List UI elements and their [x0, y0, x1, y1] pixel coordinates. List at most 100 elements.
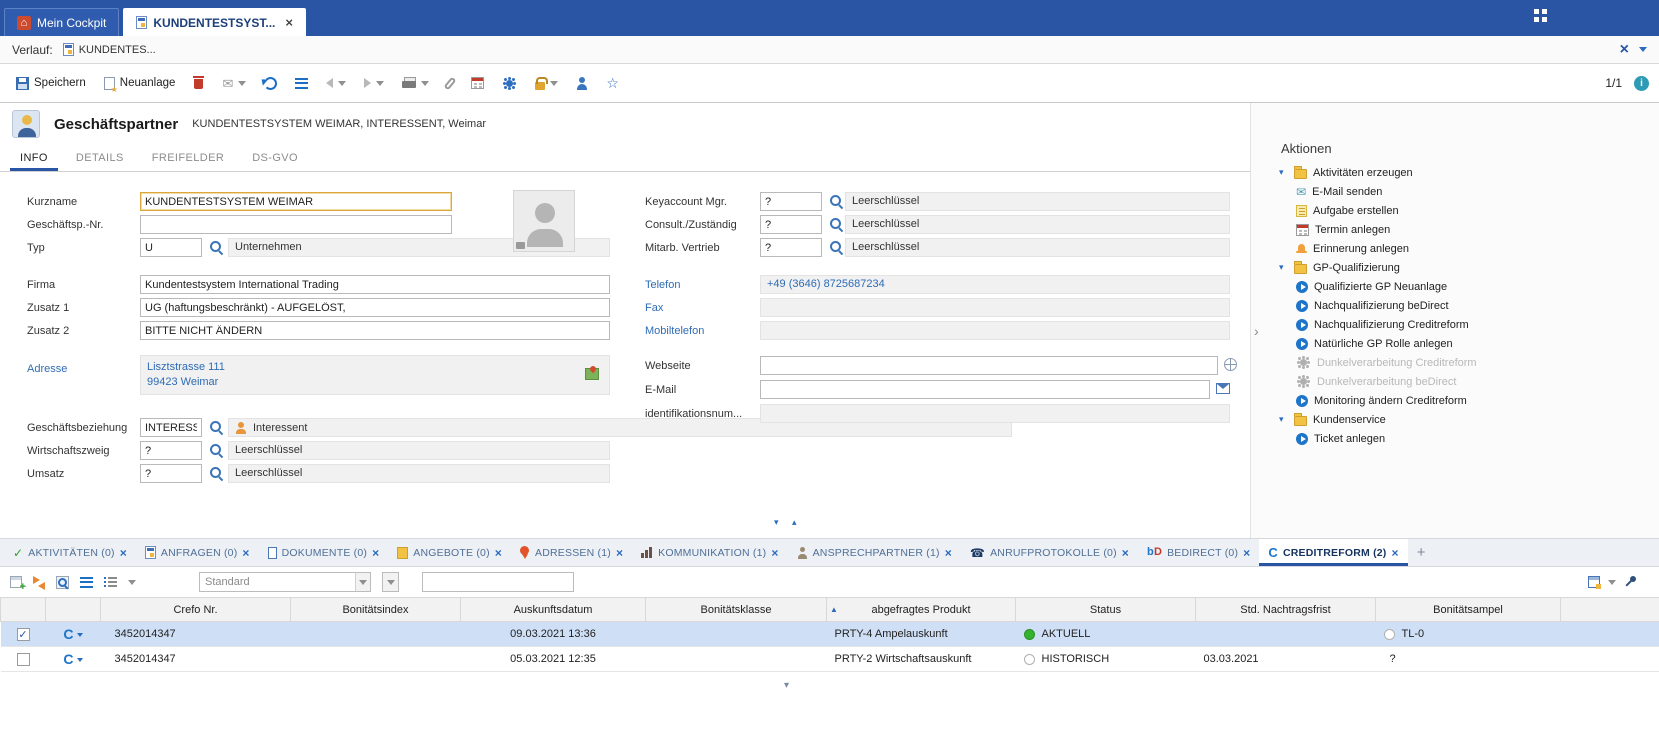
keyaccount-input[interactable] — [760, 192, 822, 211]
action-group-kundenservice[interactable]: ▾ Kundenservice — [1279, 410, 1655, 429]
geschaeftsbeziehung-input[interactable] — [140, 418, 202, 437]
close-tab-icon[interactable]: × — [120, 547, 127, 559]
tab-aktivitaeten[interactable]: ✓ AKTIVITÄTEN (0) × — [4, 539, 136, 566]
add-tab-button[interactable]: + — [1408, 539, 1435, 566]
column-settings-icon[interactable] — [1588, 576, 1600, 588]
tab-adressen[interactable]: ADRESSEN (1) × — [511, 539, 632, 566]
close-tab-icon[interactable]: × — [242, 547, 249, 559]
print-button[interactable] — [396, 73, 435, 93]
save-button[interactable]: Speichern — [10, 73, 92, 94]
close-tab-icon[interactable]: × — [1243, 547, 1250, 559]
action-item-email-senden[interactable]: ✉ E-Mail senden — [1279, 182, 1655, 201]
col-header-status[interactable]: Status — [1016, 598, 1196, 622]
col-header-auskunftsdatum[interactable]: Auskunftsdatum — [461, 598, 646, 622]
action-item-natuerliche-gp-rolle-anlegen[interactable]: Natürliche GP Rolle anlegen — [1279, 334, 1655, 353]
col-header-std-nachtragsfrist[interactable]: Std. Nachtragsfrist — [1196, 598, 1376, 622]
tab-dokumente[interactable]: DOKUMENTE (0) × — [259, 539, 389, 566]
search-icon[interactable] — [209, 443, 223, 457]
add-contact-button[interactable] — [570, 73, 594, 94]
tab-anfragen[interactable]: ANFRAGEN (0) × — [136, 539, 259, 566]
column-settings-caret-icon[interactable] — [1608, 580, 1616, 585]
collapse-grid-icon[interactable]: ▾ — [784, 681, 789, 691]
mobiltelefon-label[interactable]: Mobiltelefon — [645, 325, 704, 337]
action-item-monitoring-aendern-creditreform[interactable]: Monitoring ändern Creditreform — [1279, 391, 1655, 410]
zusatz2-input[interactable] — [140, 321, 610, 340]
globe-icon[interactable] — [1224, 358, 1237, 371]
webseite-input[interactable] — [760, 356, 1218, 375]
tab-mein-cockpit[interactable]: Mein Cockpit — [4, 8, 119, 36]
view-select[interactable]: Standard — [199, 572, 371, 592]
telefon-value[interactable]: +49 (3646) 8725687234 — [760, 275, 1230, 294]
permissions-button[interactable] — [529, 73, 564, 94]
menu-button[interactable] — [289, 74, 314, 93]
chevron-down-icon[interactable]: ▾ — [1279, 263, 1288, 272]
tab-ds-gvo[interactable]: DS-GVO — [238, 145, 312, 171]
col-header-bonitaetsindex[interactable]: Bonitätsindex — [291, 598, 461, 622]
dropdown-caret-icon[interactable] — [338, 81, 346, 86]
close-history-icon[interactable]: × — [1620, 42, 1629, 58]
back-button[interactable] — [320, 74, 352, 92]
tab-details[interactable]: DETAILS — [62, 145, 138, 171]
email-input[interactable] — [760, 380, 1210, 399]
chevron-down-icon[interactable]: ▾ — [1279, 415, 1288, 424]
action-item-nachqualifizierung-creditreform[interactable]: Nachqualifizierung Creditreform — [1279, 315, 1655, 334]
row-menu-caret-icon[interactable] — [77, 633, 83, 637]
mitarb-vertrieb-input[interactable] — [760, 238, 822, 257]
fax-label[interactable]: Fax — [645, 302, 663, 314]
forward-button[interactable] — [358, 74, 390, 92]
dropdown-caret-icon[interactable] — [238, 81, 246, 86]
dropdown-caret-icon[interactable] — [376, 81, 384, 86]
action-item-qualifizierte-gp-neuanlage[interactable]: Qualifizierte GP Neuanlage — [1279, 277, 1655, 296]
kurzname-input[interactable] — [140, 192, 452, 211]
view-options-button[interactable] — [382, 572, 399, 592]
action-item-aufgabe-erstellen[interactable]: Aufgabe erstellen — [1279, 201, 1655, 220]
expand-form-icon[interactable]: ▴ — [792, 518, 797, 527]
creditreform-icon[interactable]: C — [63, 651, 73, 667]
row-menu-caret-icon[interactable] — [77, 658, 83, 662]
col-header-bonitaetsampel[interactable]: Bonitätsampel — [1376, 598, 1561, 622]
adresse-city-link[interactable]: 99423 Weimar — [147, 375, 603, 390]
favorite-button[interactable]: ☆ — [600, 73, 625, 94]
zusatz1-input[interactable] — [140, 298, 610, 317]
grid-search-input[interactable] — [422, 572, 574, 592]
action-item-erinnerung-anlegen[interactable]: Erinnerung anlegen — [1279, 239, 1655, 258]
umsatz-input[interactable] — [140, 464, 202, 483]
list-view-icon[interactable] — [104, 577, 117, 588]
chevron-down-icon[interactable] — [355, 573, 370, 591]
chevron-down-icon[interactable]: ▾ — [1279, 168, 1288, 177]
creditreform-icon[interactable]: C — [63, 626, 73, 642]
action-item-ticket-anlegen[interactable]: Ticket anlegen — [1279, 429, 1655, 448]
tab-kommunikation[interactable]: KOMMUNIKATION (1) × — [632, 539, 787, 566]
tab-kundentestsystem[interactable]: KUNDENTESTSYST... × — [123, 8, 306, 36]
tab-info[interactable]: INFO — [6, 145, 62, 171]
search-icon[interactable] — [209, 420, 223, 434]
row-checkbox[interactable]: ✓ — [17, 628, 30, 641]
send-mail-button[interactable]: ✉ — [216, 73, 252, 94]
adresse-label[interactable]: Adresse — [27, 363, 67, 375]
menu-icon[interactable] — [80, 577, 93, 588]
close-tab-icon[interactable]: × — [945, 547, 952, 559]
adresse-street-link[interactable]: Lisztstrasse 111 — [147, 360, 603, 375]
search-icon[interactable] — [829, 194, 843, 208]
close-tab-icon[interactable]: × — [285, 16, 293, 29]
action-group-gp-qualifizierung[interactable]: ▾ GP-Qualifizierung — [1279, 258, 1655, 277]
close-tab-icon[interactable]: × — [1392, 547, 1399, 559]
close-tab-icon[interactable]: × — [495, 547, 502, 559]
tab-ansprechpartner[interactable]: ANSPRECHPARTNER (1) × — [788, 539, 961, 566]
email-icon[interactable] — [1216, 383, 1230, 394]
col-header-bonitaetsklasse[interactable]: Bonitätsklasse — [646, 598, 827, 622]
settings-button[interactable] — [496, 72, 523, 95]
table-search-icon[interactable] — [56, 576, 69, 589]
attachment-button[interactable] — [441, 73, 459, 94]
apps-grid-icon[interactable] — [1534, 9, 1547, 22]
action-item-termin-anlegen[interactable]: Termin anlegen — [1279, 220, 1655, 239]
action-group-aktivitaeten-erzeugen[interactable]: ▾ Aktivitäten erzeugen — [1279, 163, 1655, 182]
table-row[interactable]: ✓ C 3452014347 09.03.2021 13:36 PRTY-4 A… — [1, 622, 1659, 647]
tab-bedirect[interactable]: bD BEDIRECT (0) × — [1138, 539, 1259, 566]
history-dropdown-icon[interactable] — [1639, 47, 1647, 52]
dropdown-caret-icon[interactable] — [421, 81, 429, 86]
tab-creditreform[interactable]: C CREDITREFORM (2) × — [1259, 539, 1407, 566]
delete-button[interactable] — [187, 72, 210, 94]
collapse-form-icon[interactable]: ▾ — [774, 518, 779, 527]
action-item-nachqualifizierung-bedirect[interactable]: Nachqualifizierung beDirect — [1279, 296, 1655, 315]
